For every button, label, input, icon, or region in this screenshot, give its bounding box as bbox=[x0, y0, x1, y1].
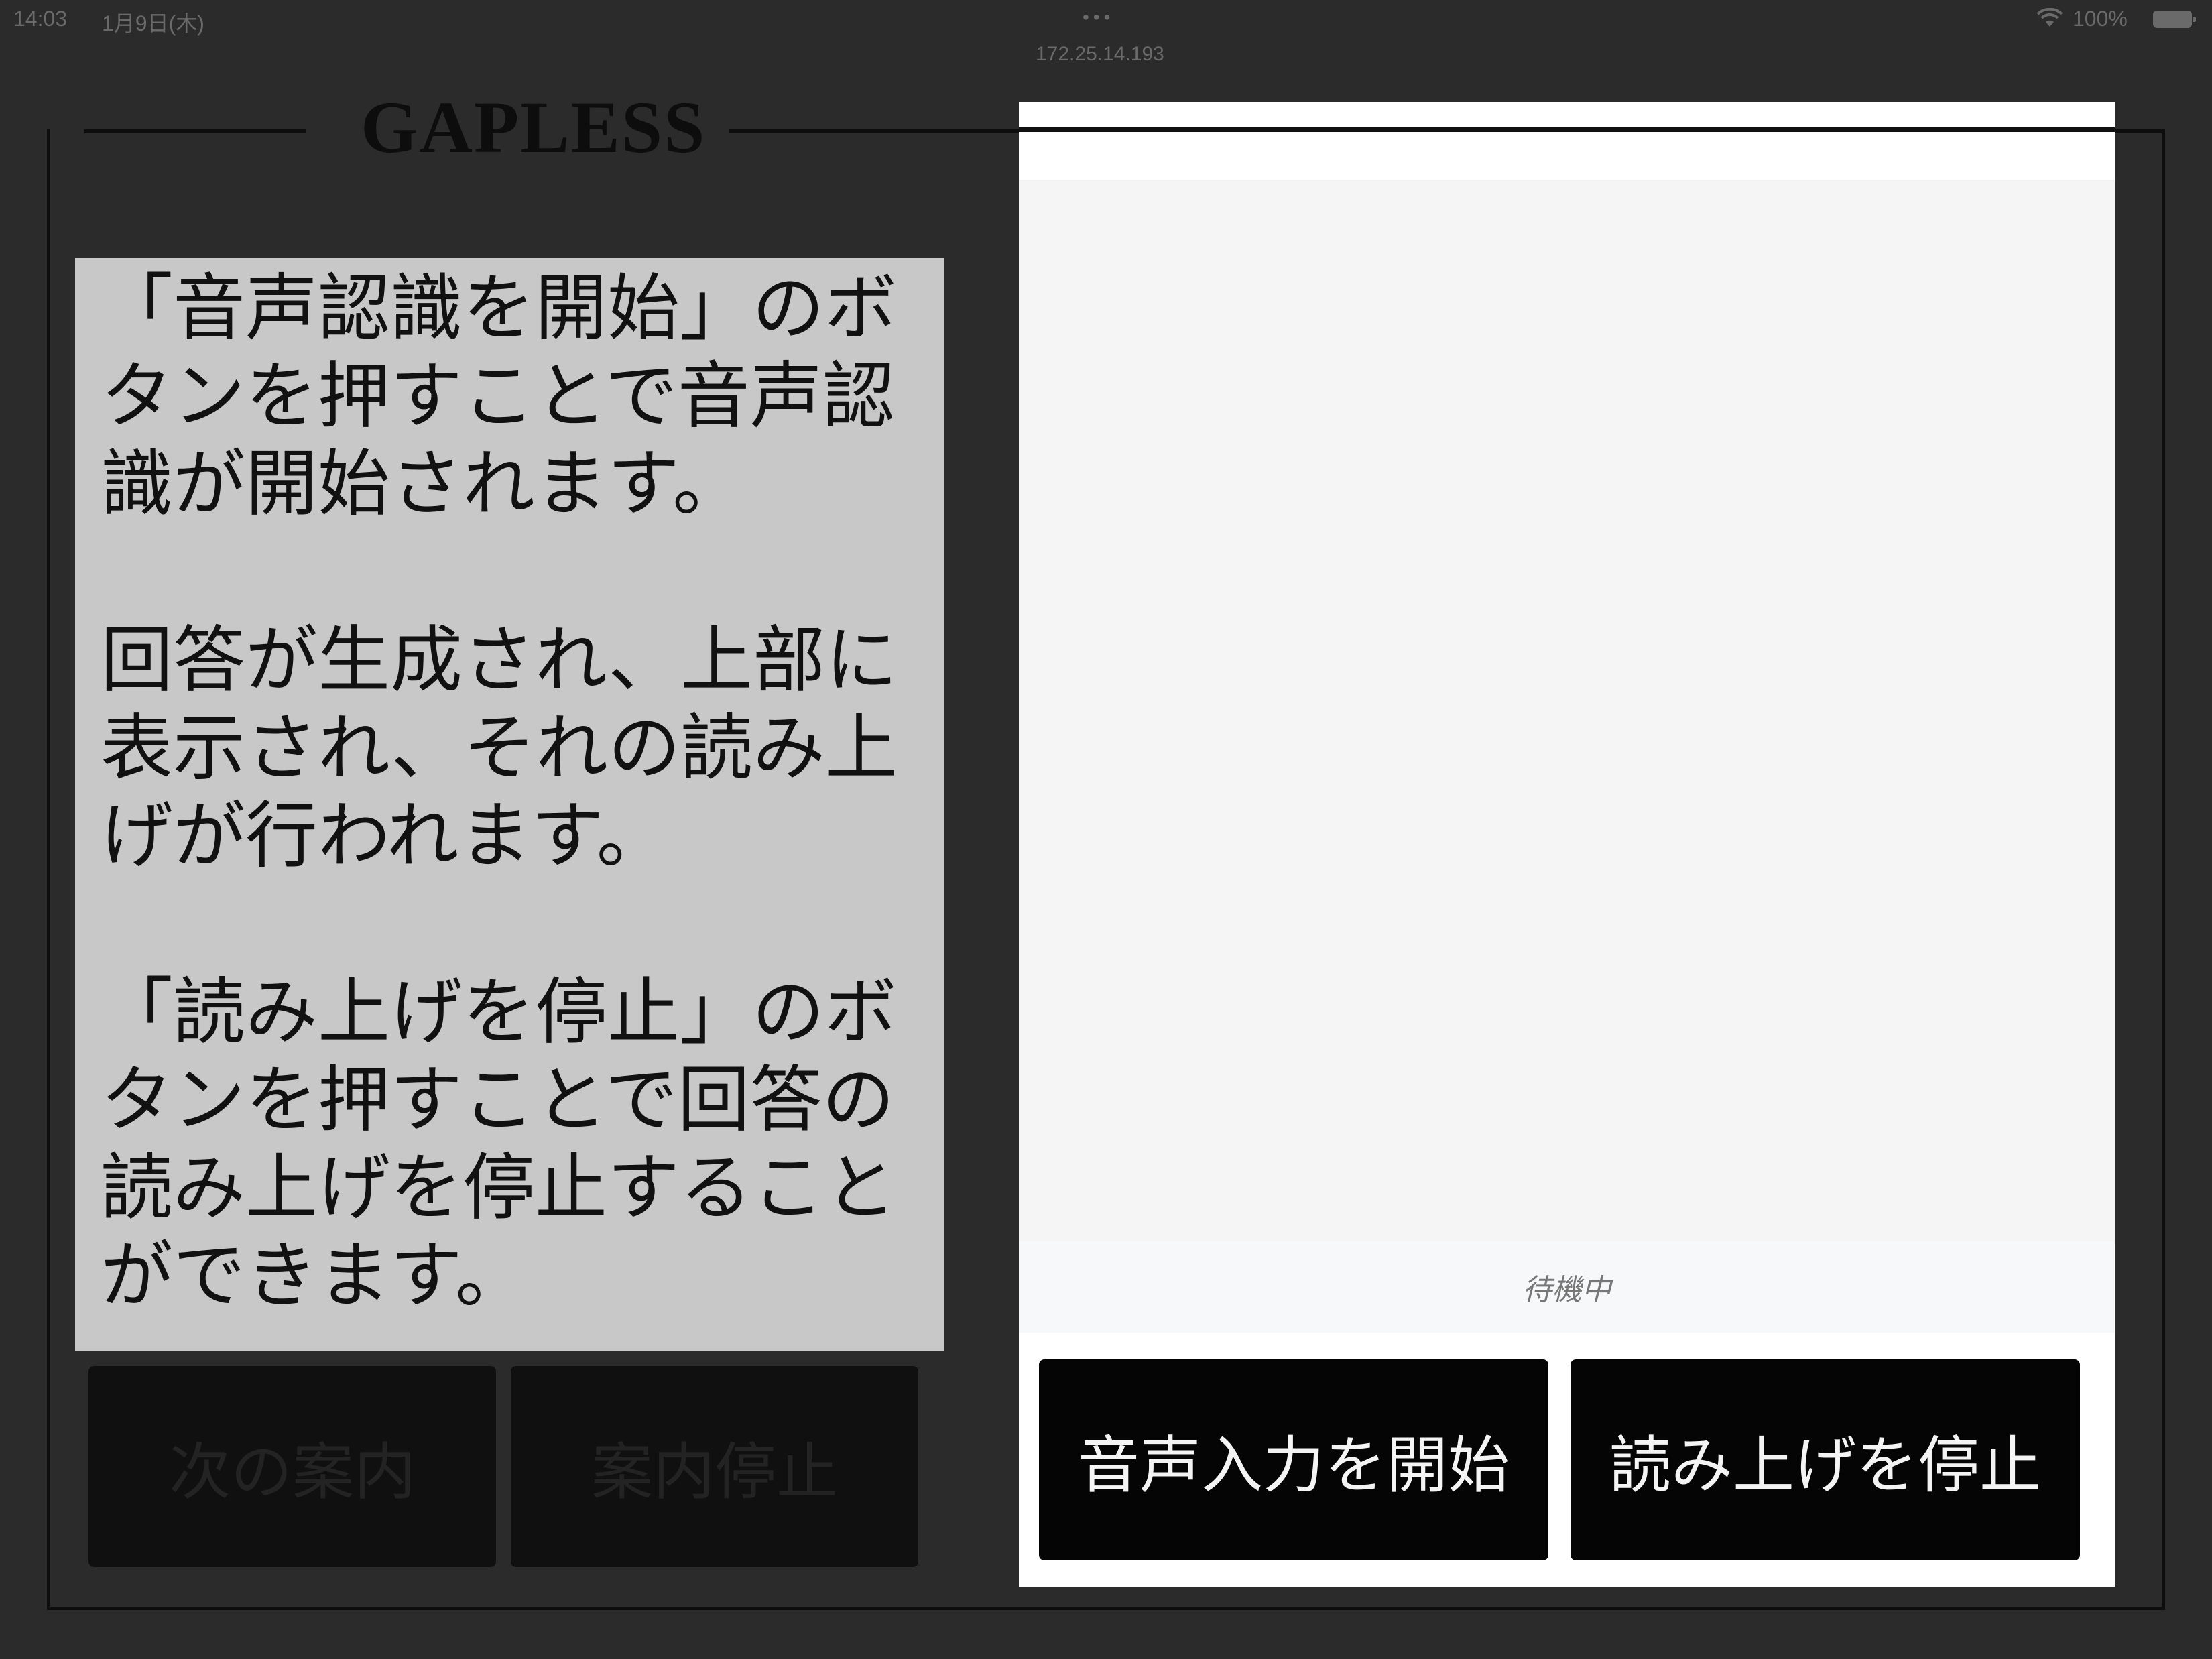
url-address: 172.25.14.193 bbox=[1036, 43, 1164, 65]
app-title: GAPLESS bbox=[361, 86, 706, 168]
battery-icon bbox=[2153, 11, 2196, 28]
next-guide-button[interactable]: 次の案内 bbox=[88, 1366, 496, 1567]
help-panel: 「音声認識を開始」のボ タンを押すことで音声認 識が開始されます。 回答が生成さ… bbox=[75, 258, 944, 1351]
help-paragraph-start: 「音声認識を開始」のボ タンを押すことで音声認 識が開始されます。 bbox=[101, 267, 898, 526]
stop-guide-button[interactable]: 案内停止 bbox=[511, 1366, 918, 1567]
dialog-top-divider bbox=[1019, 127, 2115, 132]
status-label: 待機中 bbox=[1019, 1241, 2115, 1333]
stop-reading-button[interactable]: 読み上げを停止 bbox=[1571, 1359, 2080, 1560]
voice-input-dialog: 待機中 音声入力を開始 読み上げを停止 bbox=[1019, 102, 2115, 1587]
status-bar: 14:03 1月9日(木) ••• 172.25.14.193 100% bbox=[0, 0, 2212, 65]
battery-level: 100% bbox=[2073, 7, 2128, 31]
wifi-icon bbox=[2036, 7, 2063, 34]
help-paragraph-stop: 「読み上げを停止」のボ タンを押すことで回答の 読み上げを停止すること ができま… bbox=[101, 971, 898, 1318]
start-voice-input-button[interactable]: 音声入力を開始 bbox=[1039, 1359, 1548, 1560]
response-display-area bbox=[1019, 180, 2115, 1279]
multitasking-dots-icon[interactable]: ••• bbox=[1083, 7, 1114, 28]
status-date: 1月9日(木) bbox=[102, 11, 204, 36]
title-divider-left bbox=[84, 129, 306, 133]
status-time: 14:03 bbox=[13, 7, 68, 31]
help-paragraph-response: 回答が生成され、上部に 表示され、それの読み上 げが行われます。 bbox=[101, 619, 898, 878]
